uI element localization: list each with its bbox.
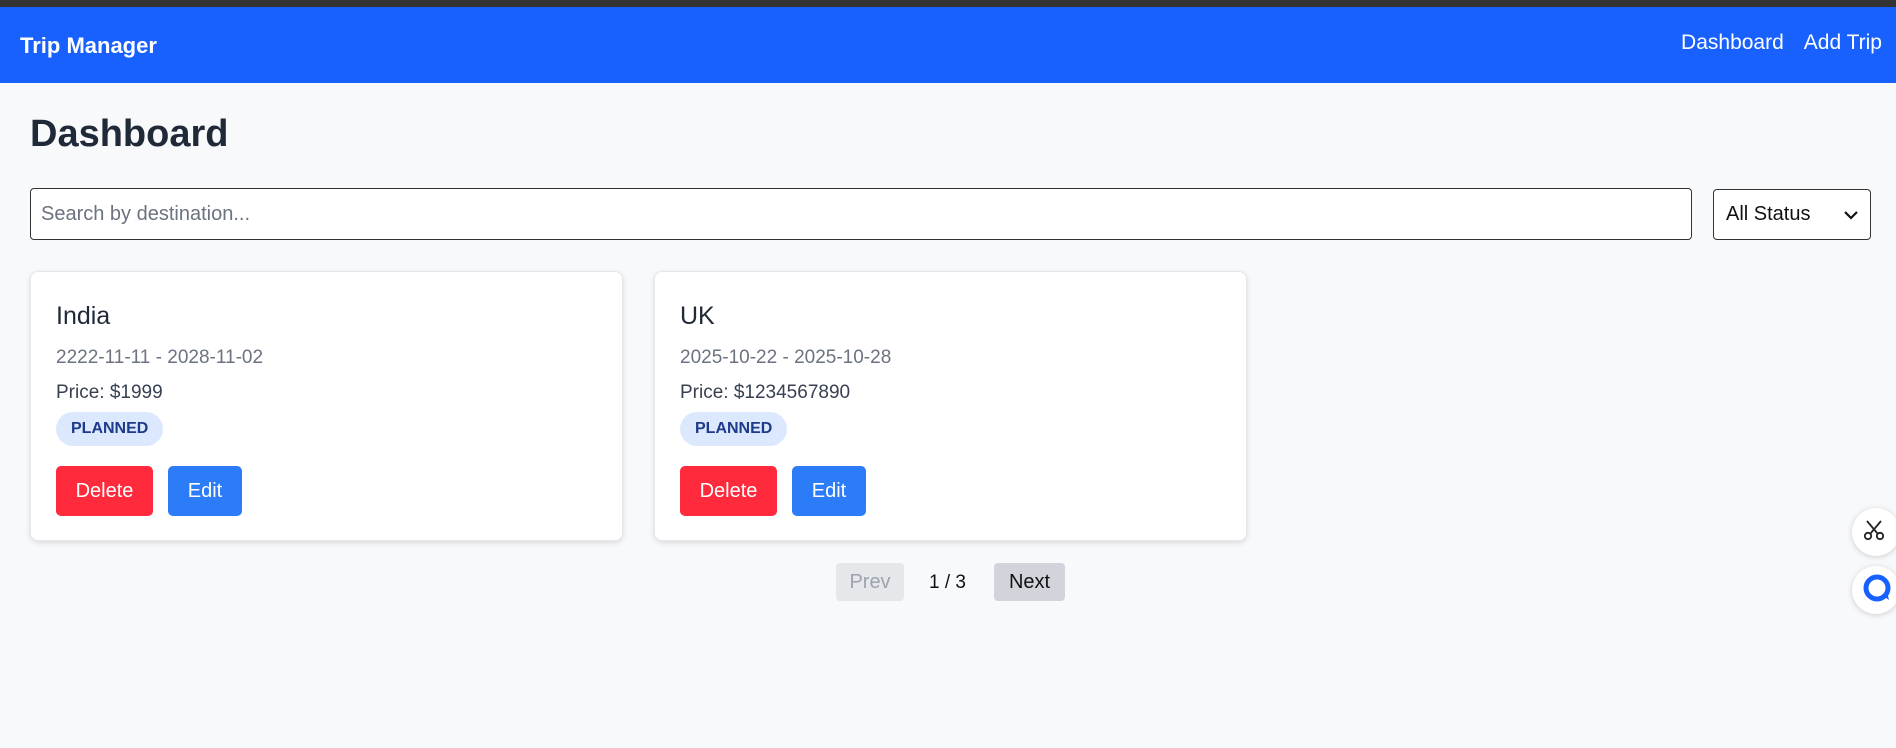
trip-destination: UK — [680, 302, 715, 330]
floating-tool-button[interactable] — [1852, 508, 1896, 556]
window-top-strip — [0, 0, 1896, 7]
status-filter-value: All Status — [1726, 203, 1811, 225]
delete-button[interactable]: Delete — [56, 466, 153, 516]
navbar: Trip Manager Dashboard Add Trip — [0, 7, 1896, 83]
trip-dates: 2025-10-22 - 2025-10-28 — [680, 347, 892, 368]
delete-button[interactable]: Delete — [680, 466, 777, 516]
edit-button[interactable]: Edit — [168, 466, 242, 516]
brand-title[interactable]: Trip Manager — [20, 33, 157, 59]
status-badge: PLANNED — [680, 412, 788, 446]
prev-page-button[interactable]: Prev — [836, 563, 904, 601]
page-indicator: 1 / 3 — [929, 572, 966, 593]
floating-chat-button[interactable] — [1852, 566, 1896, 614]
trip-price: Price: $1999 — [56, 382, 163, 403]
nav-link-add-trip[interactable]: Add Trip — [1804, 31, 1882, 55]
trip-dates: 2222-11-11 - 2028-11-02 — [56, 347, 264, 368]
scissors-icon — [1862, 518, 1886, 547]
chat-icon — [1862, 573, 1892, 608]
trip-card: UK 2025-10-22 - 2025-10-28 Price: $12345… — [654, 271, 1247, 541]
chevron-down-icon — [1844, 207, 1858, 223]
trip-card: India 2222-11-11 - 2028-11-02 Price: $19… — [30, 271, 623, 541]
status-filter-select[interactable]: All Status — [1713, 189, 1871, 240]
page-title: Dashboard — [30, 113, 229, 155]
edit-button[interactable]: Edit — [792, 466, 866, 516]
next-page-button[interactable]: Next — [994, 563, 1065, 601]
nav-link-dashboard[interactable]: Dashboard — [1681, 31, 1784, 55]
status-badge: PLANNED — [56, 412, 164, 446]
trip-destination: India — [56, 302, 111, 330]
nav-links: Dashboard Add Trip — [1681, 31, 1882, 55]
search-input[interactable] — [30, 188, 1692, 240]
trip-price: Price: $1234567890 — [680, 382, 851, 403]
